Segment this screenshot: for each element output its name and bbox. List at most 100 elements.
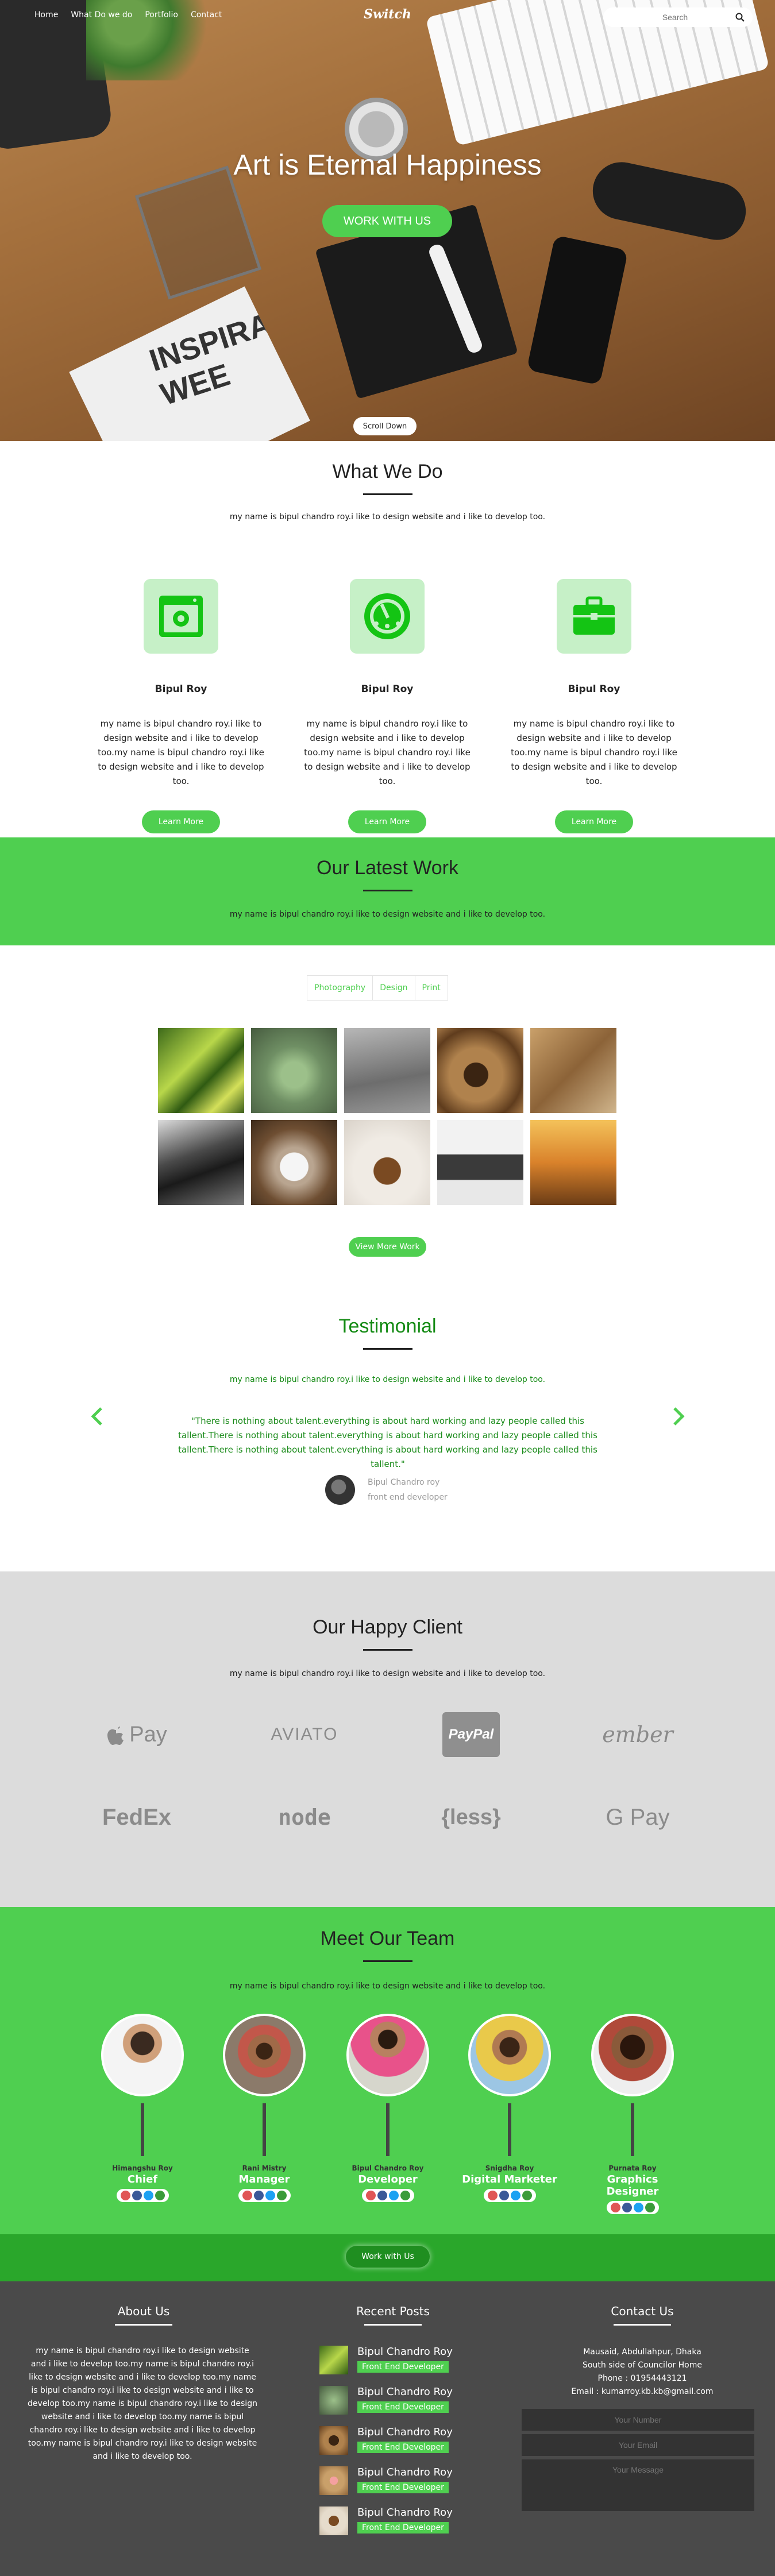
- filter-design[interactable]: Design: [373, 976, 415, 1000]
- learn-more-button[interactable]: Learn More: [142, 810, 220, 833]
- section-title: Testimonial: [338, 1315, 437, 1337]
- email-text: Email : kumarroy.kb.kb@gmail.com: [571, 2387, 714, 2396]
- gallery-image[interactable]: [530, 1028, 616, 1113]
- hero-title: Art is Eternal Happiness: [233, 149, 542, 181]
- magazine-text: INSPIRA WEE: [145, 307, 275, 412]
- team-section: Meet Our Team my name is bipul chandro r…: [0, 1907, 775, 2234]
- member-name: Himangshu Roy: [112, 2164, 173, 2172]
- message-field[interactable]: [522, 2459, 754, 2511]
- facebook-icon[interactable]: [132, 2191, 142, 2200]
- title-divider: [363, 493, 412, 495]
- gallery-image[interactable]: [530, 1120, 616, 1205]
- email-field[interactable]: [522, 2434, 754, 2456]
- cta-strip: Work with Us: [0, 2234, 775, 2281]
- recent-post[interactable]: Bipul Chandro Roy Front End Developer: [319, 2426, 453, 2455]
- service-card: Bipul Roy my name is bipul chandro roy.i…: [298, 579, 476, 833]
- social-links: [116, 2189, 169, 2202]
- connector-line: [508, 2103, 511, 2156]
- title-divider: [363, 890, 412, 891]
- search-input[interactable]: [603, 7, 724, 27]
- fedex-logo: FedEx: [102, 1804, 172, 1830]
- card-name: Bipul Roy: [568, 683, 620, 695]
- chevron-left-icon[interactable]: [86, 1405, 109, 1428]
- client-logo-text: Pay: [129, 1722, 167, 1747]
- social-links: [361, 2189, 414, 2202]
- node-logo: node: [278, 1805, 331, 1830]
- member-name: Purnata Roy: [608, 2164, 657, 2172]
- post-name: Bipul Chandro Roy: [357, 2426, 453, 2438]
- ember-logo: ember: [602, 1722, 673, 1747]
- facebook-icon[interactable]: [377, 2191, 387, 2200]
- gallery-image[interactable]: [344, 1028, 430, 1113]
- footer: About Us my name is bipul chandro roy.i …: [0, 2281, 775, 2576]
- post-name: Bipul Chandro Roy: [357, 2386, 453, 2398]
- google-icon[interactable]: [120, 2191, 130, 2200]
- card-text: my name is bipul chandro roy.i like to d…: [98, 719, 264, 786]
- facebook-icon[interactable]: [622, 2203, 632, 2212]
- gallery-image[interactable]: [158, 1120, 244, 1205]
- title-divider: [363, 1348, 412, 1350]
- recent-post[interactable]: Bipul Chandro Roy Front End Developer: [319, 2507, 453, 2535]
- testimonial-quote: "There is nothing about talent.everythin…: [178, 1416, 597, 1469]
- globe-icon[interactable]: [645, 2203, 655, 2212]
- gallery-image[interactable]: [251, 1028, 337, 1113]
- google-pay-logo: G Pay: [606, 1804, 670, 1830]
- learn-more-button[interactable]: Learn More: [348, 810, 426, 833]
- member-role: Developer: [358, 2173, 418, 2185]
- member-role: Graphics Designer: [606, 2173, 659, 2197]
- google-icon[interactable]: [487, 2191, 498, 2200]
- pen-holder-image: [134, 165, 262, 300]
- google-icon[interactable]: [365, 2191, 376, 2200]
- google-icon[interactable]: [242, 2191, 252, 2200]
- chevron-right-icon[interactable]: [666, 1405, 689, 1428]
- footer-heading-posts: Recent Posts: [307, 2304, 479, 2326]
- gallery-image[interactable]: [437, 1120, 523, 1205]
- post-name: Bipul Chandro Roy: [357, 2507, 453, 2519]
- globe-icon[interactable]: [400, 2191, 410, 2200]
- gallery-image[interactable]: [344, 1120, 430, 1205]
- section-subtitle: my name is bipul chandro roy.i like to d…: [229, 1669, 546, 1678]
- gallery-image[interactable]: [251, 1120, 337, 1205]
- twitter-icon[interactable]: [265, 2191, 275, 2200]
- post-badge: Front End Developer: [357, 2442, 449, 2453]
- facebook-icon[interactable]: [499, 2191, 509, 2200]
- twitter-icon[interactable]: [143, 2191, 153, 2200]
- apple-pay-logo: Pay: [82, 1712, 191, 1758]
- work-with-us-button[interactable]: WORK WITH US: [322, 205, 452, 237]
- post-badge: Front End Developer: [357, 2522, 449, 2533]
- globe-icon[interactable]: [276, 2191, 287, 2200]
- google-icon[interactable]: [610, 2203, 620, 2212]
- member-name: Snigdha Roy: [485, 2164, 534, 2172]
- section-title: What We Do: [332, 461, 443, 482]
- recent-post[interactable]: Bipul Chandro Roy Front End Developer: [319, 2386, 453, 2415]
- footer-heading-about: About Us: [57, 2304, 230, 2326]
- magazine-image: INSPIRA WEE: [69, 286, 310, 441]
- connector-line: [263, 2103, 266, 2156]
- recent-post[interactable]: Bipul Chandro Roy Front End Developer: [319, 2346, 453, 2374]
- globe-icon[interactable]: [522, 2191, 532, 2200]
- card-name: Bipul Roy: [361, 683, 414, 695]
- number-field[interactable]: [522, 2409, 754, 2431]
- filter-photography[interactable]: Photography: [307, 976, 373, 1000]
- post-thumbnail: [319, 2507, 348, 2535]
- twitter-icon[interactable]: [388, 2191, 399, 2200]
- globe-icon[interactable]: [155, 2191, 165, 2200]
- twitter-icon[interactable]: [510, 2191, 520, 2200]
- filter-print[interactable]: Print: [415, 976, 448, 1000]
- gallery-image[interactable]: [158, 1028, 244, 1113]
- facebook-icon[interactable]: [253, 2191, 264, 2200]
- learn-more-button[interactable]: Learn More: [555, 810, 633, 833]
- post-thumbnail: [319, 2426, 348, 2455]
- search-icon[interactable]: [735, 13, 745, 22]
- gallery-image[interactable]: [437, 1028, 523, 1113]
- phone-text: Phone : 01954443121: [597, 2374, 687, 2383]
- view-more-work-button[interactable]: View More Work: [349, 1237, 426, 1257]
- team-member: Rani Mistry Manager: [213, 2014, 316, 2203]
- member-role: Chief: [127, 2173, 158, 2185]
- recent-post[interactable]: Bipul Chandro Roy Front End Developer: [319, 2466, 453, 2495]
- scroll-down-button[interactable]: Scroll Down: [353, 417, 417, 435]
- title-divider: [363, 1960, 412, 1962]
- card-text: my name is bipul chandro roy.i like to d…: [304, 719, 471, 786]
- work-with-us-footer-button[interactable]: Work with Us: [346, 2246, 430, 2268]
- twitter-icon[interactable]: [633, 2203, 643, 2212]
